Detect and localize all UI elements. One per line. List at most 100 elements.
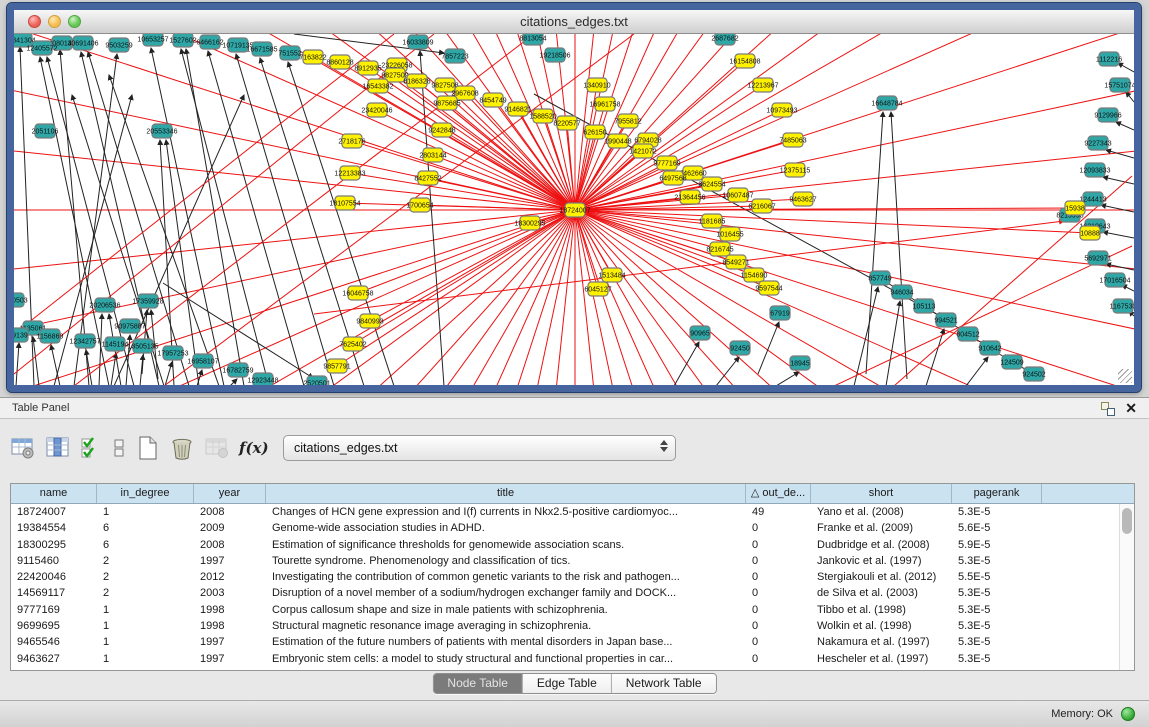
table-cell[interactable]: Disruption of a novel member of a sodium… (266, 585, 746, 601)
create-column-icon[interactable] (136, 434, 160, 462)
table-cell[interactable]: 1997 (194, 553, 266, 569)
tab-node-table[interactable]: Node Table (433, 674, 522, 693)
table-cell[interactable]: 14569117 (11, 585, 97, 601)
table-cell[interactable]: Stergiakouli et al. (2012) (811, 569, 952, 585)
table-cell[interactable]: 1 (97, 618, 194, 634)
table-cell[interactable]: Wolkin et al. (1998) (811, 618, 952, 634)
table-cell[interactable]: 5.3E-5 (952, 634, 1042, 650)
table-cell[interactable]: 1997 (194, 651, 266, 667)
table-row[interactable]: 911546021997Tourette syndrome. Phenomeno… (11, 553, 1134, 569)
table-cell[interactable]: 0 (746, 585, 811, 601)
table-cell[interactable]: 6 (97, 537, 194, 553)
select-columns-icon[interactable] (80, 434, 102, 462)
table-cell[interactable]: 18724007 (11, 504, 97, 520)
table-cell[interactable]: 1 (97, 504, 194, 520)
table-row[interactable]: 1830029562008Estimation of significance … (11, 537, 1134, 553)
table-cell[interactable]: Embryonic stem cells: a model to study s… (266, 651, 746, 667)
table-row[interactable]: 2242004622012Investigating the contribut… (11, 569, 1134, 585)
table-cell[interactable]: 9777169 (11, 602, 97, 618)
table-cell[interactable]: Hescheler et al. (1997) (811, 651, 952, 667)
table-cell[interactable]: Structural magnetic resonance image aver… (266, 618, 746, 634)
table-cell[interactable]: 9115460 (11, 553, 97, 569)
table-vertical-scrollbar[interactable] (1119, 504, 1134, 670)
column-header-pagerank[interactable]: pagerank (952, 484, 1042, 503)
table-cell[interactable]: 1998 (194, 618, 266, 634)
table-cell[interactable]: 0 (746, 602, 811, 618)
minimize-window-button[interactable] (48, 15, 61, 28)
table-cell[interactable]: 9699695 (11, 618, 97, 634)
table-cell[interactable]: 2 (97, 585, 194, 601)
table-cell[interactable]: 5.3E-5 (952, 602, 1042, 618)
table-cell[interactable]: 1997 (194, 634, 266, 650)
table-cell[interactable]: 5.3E-5 (952, 504, 1042, 520)
delete-table-icon[interactable] (204, 434, 230, 462)
table-cell[interactable]: 0 (746, 634, 811, 650)
close-panel-icon[interactable]: ✕ (1125, 400, 1137, 417)
network-window-titlebar[interactable]: citations_edges.txt (14, 10, 1134, 34)
table-cell[interactable]: Estimation of significance thresholds fo… (266, 537, 746, 553)
table-cell[interactable]: 49 (746, 504, 811, 520)
table-cell[interactable]: 9465546 (11, 634, 97, 650)
float-panel-icon[interactable] (1101, 402, 1115, 416)
table-cell[interactable]: 2 (97, 553, 194, 569)
table-selector-dropdown[interactable]: citations_edges.txt (283, 435, 676, 461)
table-cell[interactable]: 2003 (194, 585, 266, 601)
table-cell[interactable]: 0 (746, 537, 811, 553)
table-cell[interactable]: 5.3E-5 (952, 618, 1042, 634)
table-row[interactable]: 946554611997Estimation of the future num… (11, 634, 1134, 650)
table-cell[interactable]: Corpus callosum shape and size in male p… (266, 602, 746, 618)
table-cell[interactable]: 0 (746, 553, 811, 569)
column-header-year[interactable]: year (194, 484, 266, 503)
table-cell[interactable]: Investigating the contribution of common… (266, 569, 746, 585)
row-options-icon[interactable] (111, 434, 127, 462)
table-cell[interactable]: 1 (97, 634, 194, 650)
table-cell[interactable]: Changes of HCN gene expression and I(f) … (266, 504, 746, 520)
table-cell[interactable]: 2012 (194, 569, 266, 585)
column-header-in_degree[interactable]: in_degree (97, 484, 194, 503)
column-header-short[interactable]: short (811, 484, 952, 503)
table-cell[interactable]: Franke et al. (2009) (811, 520, 952, 536)
window-resize-grip[interactable] (1118, 369, 1132, 383)
table-cell[interactable]: 6 (97, 520, 194, 536)
table-options-icon[interactable] (10, 434, 36, 462)
column-header-title[interactable]: title (266, 484, 746, 503)
table-cell[interactable]: Dudbridge et al. (2008) (811, 537, 952, 553)
zoom-window-button[interactable] (68, 15, 81, 28)
close-window-button[interactable] (28, 15, 41, 28)
table-cell[interactable]: 22420046 (11, 569, 97, 585)
table-cell[interactable]: 5.6E-5 (952, 520, 1042, 536)
table-cell[interactable]: 5.3E-5 (952, 553, 1042, 569)
column-header-name[interactable]: name (11, 484, 97, 503)
table-cell[interactable]: Jankovic et al. (1997) (811, 553, 952, 569)
table-cell[interactable]: 5.3E-5 (952, 585, 1042, 601)
table-row[interactable]: 969969511998Structural magnetic resonanc… (11, 618, 1134, 634)
table-cell[interactable]: 1 (97, 651, 194, 667)
column-header-out_de[interactable]: △ out_de... (746, 484, 811, 503)
function-builder-icon[interactable]: f(x) (239, 434, 269, 462)
table-cell[interactable]: 5.9E-5 (952, 537, 1042, 553)
table-cell[interactable]: 2009 (194, 520, 266, 536)
table-cell[interactable]: 1 (97, 602, 194, 618)
table-cell[interactable]: Nakamura et al. (1997) (811, 634, 952, 650)
table-cell[interactable]: 5.3E-5 (952, 651, 1042, 667)
table-cell[interactable]: 0 (746, 618, 811, 634)
table-cell[interactable]: 2008 (194, 537, 266, 553)
table-row[interactable]: 946362711997Embryonic stem cells: a mode… (11, 651, 1134, 667)
table-row[interactable]: 977716911998Corpus callosum shape and si… (11, 602, 1134, 618)
table-row[interactable]: 1456911722003Disruption of a novel membe… (11, 585, 1134, 601)
table-cell[interactable]: Estimation of the future numbers of pati… (266, 634, 746, 650)
memory-status-indicator[interactable] (1121, 707, 1135, 721)
table-cell[interactable]: 0 (746, 651, 811, 667)
table-cell[interactable]: Yano et al. (2008) (811, 504, 952, 520)
table-cell[interactable]: 0 (746, 520, 811, 536)
table-cell[interactable]: 5.5E-5 (952, 569, 1042, 585)
table-cell[interactable]: de Silva et al. (2003) (811, 585, 952, 601)
table-cell[interactable]: 2008 (194, 504, 266, 520)
network-canvas[interactable]: 1872400718413042080141124055723069140695… (14, 34, 1134, 385)
tab-edge-table[interactable]: Edge Table (522, 674, 611, 693)
show-columns-icon[interactable] (45, 434, 71, 462)
scrollbar-thumb[interactable] (1122, 508, 1132, 534)
table-cell[interactable]: Tourette syndrome. Phenomenology and cla… (266, 553, 746, 569)
delete-columns-icon[interactable] (169, 434, 195, 462)
table-cell[interactable]: Genome-wide association studies in ADHD. (266, 520, 746, 536)
